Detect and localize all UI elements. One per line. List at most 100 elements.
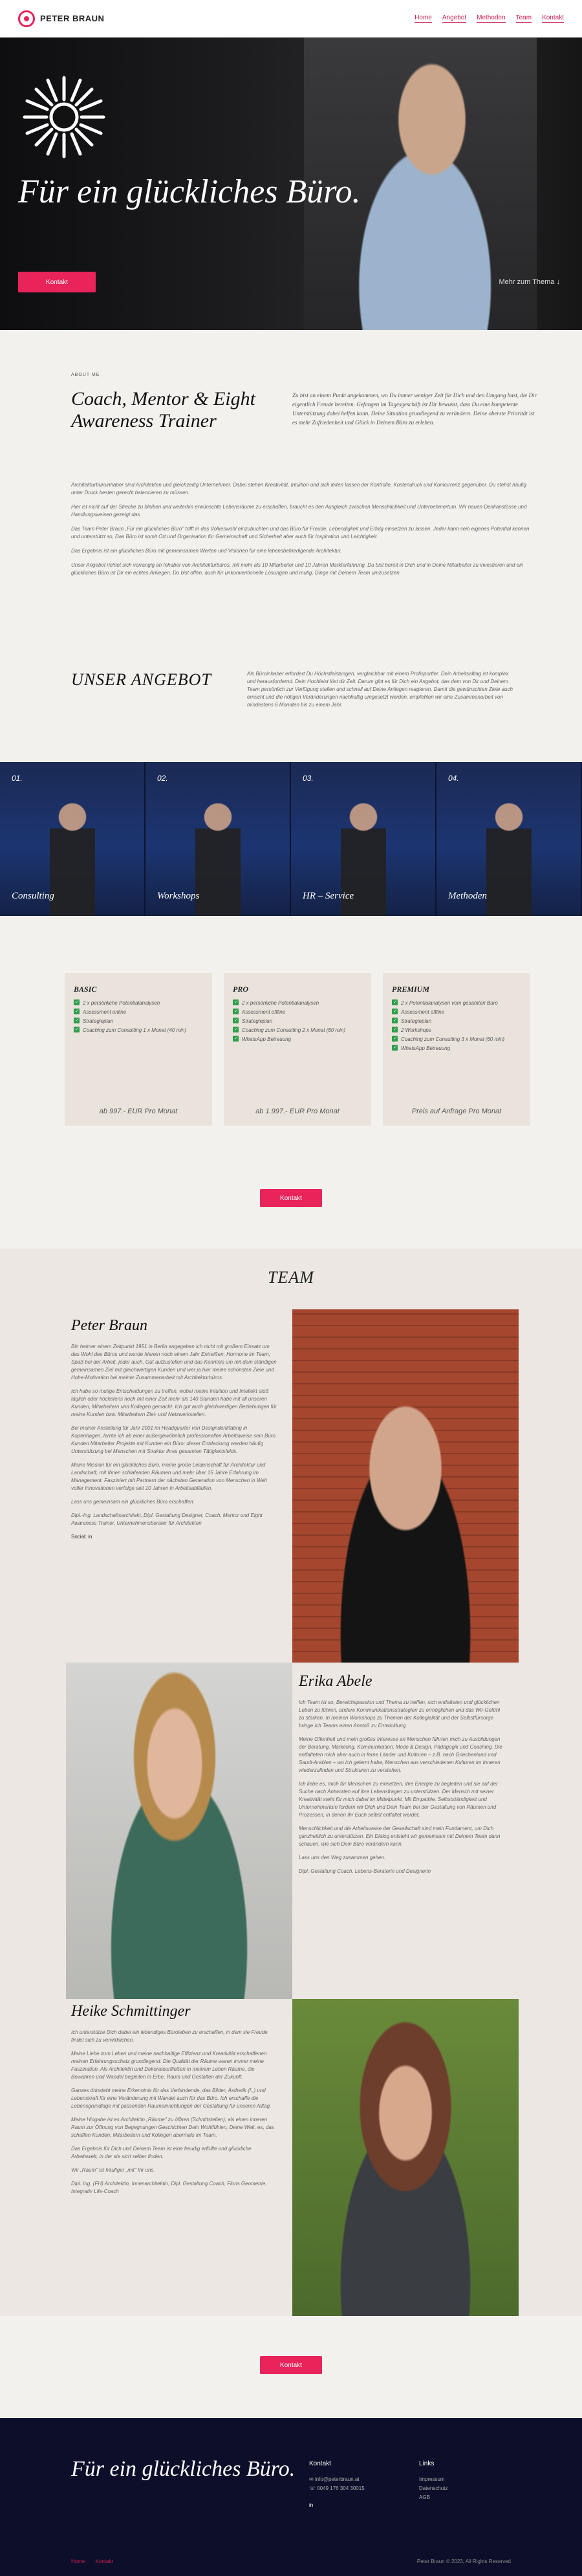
pricing-feature: ✓ 2 x persönliche Potentialanalysen bbox=[233, 999, 319, 1006]
check-icon: ✓ bbox=[392, 1045, 398, 1051]
check-icon: ✓ bbox=[233, 1027, 239, 1032]
check-icon: ✓ bbox=[74, 1009, 80, 1014]
pricing-feature: ✓ Strategieplan bbox=[233, 1018, 273, 1024]
pricing-card-pro: PRO ✓ 2 x persönliche Potentialanalysen ✓… bbox=[224, 973, 371, 1126]
member-bio-erika: Ich Team ist so, Bereichspassion und The… bbox=[299, 1699, 502, 1874]
nav-home[interactable]: Home bbox=[415, 14, 432, 23]
pricing-feature: ✓ Assessment online bbox=[74, 1009, 127, 1015]
tile-hr-service[interactable]: 03. HR – Service bbox=[291, 762, 436, 916]
social-links: Social: in bbox=[71, 1534, 92, 1540]
tile-label: Consulting bbox=[12, 891, 54, 901]
copyright: Peter Braun © 2023, All Rights Reserved bbox=[416, 2559, 511, 2564]
team-title: TEAM bbox=[268, 1268, 314, 1287]
pricing-contact-button[interactable]: Kontakt bbox=[260, 1189, 322, 1207]
logo-icon bbox=[18, 10, 35, 27]
offer-text: Als Büroinhaber erfordert Du Höchstleist… bbox=[247, 671, 513, 708]
pricing-price: ab 997.- EUR Pro Monat bbox=[99, 1108, 178, 1115]
nav-angebot[interactable]: Angebot bbox=[442, 14, 467, 23]
footer-link-datenschutz[interactable]: Datenschutz bbox=[419, 2484, 447, 2493]
about-title: Coach, Mentor & Eight Awareness Trainer bbox=[71, 388, 255, 431]
pricing-feature: ✓ Assessment offline bbox=[392, 1009, 445, 1015]
hero-more-link[interactable]: Mehr zum Thema ↓ bbox=[499, 278, 560, 286]
pricing-price: ab 1.997.- EUR Pro Monat bbox=[255, 1108, 339, 1115]
tile-number: 01. bbox=[12, 774, 23, 783]
footer-links-heading: Links bbox=[419, 2460, 435, 2467]
footer-contact: Kontakt ✉ info@peterbraun.at ☏ 0049 176 … bbox=[309, 2460, 365, 2510]
member-bio-peter: Bin heimer einem Zeitpunkt 1951 in Berli… bbox=[71, 1343, 278, 1547]
member-name-erika: Erika Abele bbox=[299, 1673, 372, 1690]
tile-consulting[interactable]: 01. Consulting bbox=[0, 762, 146, 916]
hero-title: Für ein glückliches Büro. bbox=[18, 173, 361, 210]
check-icon: ✓ bbox=[392, 999, 398, 1005]
pricing-feature: ✓ 2 x persönliche Potentialanalysen bbox=[74, 999, 160, 1006]
pricing-feature: ✓ Coaching zum Consulting 2 x Monat (60 m… bbox=[233, 1027, 346, 1033]
main-nav: Home Angebot Methoden Team Kontakt bbox=[415, 14, 564, 23]
about-kicker: ABOUT ME bbox=[71, 373, 100, 377]
about-paragraph: Das Ergebnis ist ein glückliches Büro mi… bbox=[71, 548, 342, 554]
member-name-peter: Peter Braun bbox=[71, 1317, 147, 1334]
footer-link-impressum[interactable]: Impressum bbox=[419, 2475, 447, 2484]
check-icon: ✓ bbox=[233, 1036, 239, 1042]
check-icon: ✓ bbox=[74, 999, 80, 1005]
hero-contact-button[interactable]: Kontakt bbox=[18, 272, 96, 292]
tile-photo bbox=[195, 801, 241, 916]
about-body: Architekturbüroinhaber sind Architekten … bbox=[71, 481, 537, 584]
pricing-feature: ✓ 2 Workshops bbox=[392, 1027, 431, 1033]
top-navigation: PETER BRAUN Home Angebot Methoden Team K… bbox=[0, 0, 582, 38]
phone-icon: ☏ bbox=[309, 2485, 318, 2491]
check-icon: ✓ bbox=[392, 1018, 398, 1023]
photo-erika-abele bbox=[66, 1663, 292, 1999]
tile-photo bbox=[49, 801, 95, 916]
check-icon: ✓ bbox=[74, 1018, 80, 1023]
tile-label: HR – Service bbox=[303, 891, 354, 901]
pricing-feature: ✓ 2 x Potentialanalysen vom gesamten Büro bbox=[392, 999, 498, 1006]
tile-methoden[interactable]: 04. Methoden bbox=[436, 762, 582, 916]
service-tiles: 01. Consulting 02. Workshops 03. HR – Se… bbox=[0, 762, 582, 916]
check-icon: ✓ bbox=[392, 1036, 398, 1042]
hero-section: Für ein glückliches Büro. Kontakt Mehr z… bbox=[0, 38, 582, 330]
photo-peter-braun bbox=[292, 1309, 519, 1663]
tile-label: Methoden bbox=[448, 891, 487, 901]
pricing-feature: ✓ Strategieplan bbox=[392, 1018, 432, 1024]
team-contact-button[interactable]: Kontakt bbox=[260, 2356, 322, 2374]
pricing-feature: ✓ Assessment offline bbox=[233, 1009, 286, 1015]
linkedin-icon[interactable]: in bbox=[88, 1534, 92, 1540]
pricing-feature: ✓ WhatsApp Betreuung bbox=[392, 1045, 451, 1051]
check-icon: ✓ bbox=[233, 1018, 239, 1023]
check-icon: ✓ bbox=[392, 1027, 398, 1032]
linkedin-icon[interactable]: in bbox=[309, 2501, 365, 2510]
pricing-card-basic: BASIC ✓ 2 x persönliche Potentialanalysen… bbox=[65, 973, 212, 1126]
footer-nav-kontakt[interactable]: Kontakt bbox=[96, 2559, 113, 2564]
about-paragraph: Hier ist nicht auf der Strecke zu bleibe… bbox=[71, 504, 527, 518]
about-paragraph: Architekturbüroinhaber sind Architekten … bbox=[71, 482, 526, 496]
tile-label: Workshops bbox=[157, 891, 200, 901]
check-icon: ✓ bbox=[392, 1009, 398, 1014]
pricing-card-title: PREMIUM bbox=[392, 985, 430, 994]
nav-kontakt[interactable]: Kontakt bbox=[542, 14, 564, 23]
footer-nav-home[interactable]: Home bbox=[71, 2559, 85, 2564]
footer-title: Für ein glückliches Büro. bbox=[71, 2457, 296, 2481]
logo[interactable]: PETER BRAUN bbox=[18, 10, 104, 27]
about-paragraph: Das Team Peter Braun „Für ein glückliche… bbox=[71, 526, 530, 540]
footer-links: Links Impressum Datenschutz AGB bbox=[419, 2460, 447, 2502]
tile-number: 02. bbox=[157, 774, 168, 783]
pricing-feature: ✓ WhatsApp Betreuung bbox=[233, 1036, 292, 1042]
pricing-feature: ✓ Strategieplan bbox=[74, 1018, 114, 1024]
pricing-feature: ✓ Coaching zum Consulting 3 x Monat (60 m… bbox=[392, 1036, 505, 1042]
pricing-feature: ✓ Coaching zum Consulting 1 x Monat (40 m… bbox=[74, 1027, 187, 1033]
footer-phone[interactable]: 0049 176 304 30015 bbox=[317, 2485, 364, 2491]
sun-logo-icon bbox=[23, 76, 105, 158]
footer-link-agb[interactable]: AGB bbox=[419, 2493, 447, 2502]
pricing-card-title: PRO bbox=[233, 985, 248, 994]
nav-methoden[interactable]: Methoden bbox=[477, 14, 506, 23]
pricing-section: BASIC ✓ 2 x persönliche Potentialanalysen… bbox=[65, 973, 530, 1126]
pricing-card-title: BASIC bbox=[74, 985, 97, 994]
tile-number: 03. bbox=[303, 774, 314, 783]
about-intro: Zu bist an einem Punkt angekommen, wo Du… bbox=[292, 392, 537, 426]
footer-email[interactable]: info@peterbraun.at bbox=[315, 2476, 360, 2482]
photo-heike-schmittinger bbox=[292, 1999, 519, 2316]
nav-team[interactable]: Team bbox=[515, 14, 532, 23]
tile-workshops[interactable]: 02. Workshops bbox=[146, 762, 291, 916]
mail-icon: ✉ bbox=[309, 2476, 315, 2482]
member-bio-heike: Ich unterstütze Dich dabei ein lebendige… bbox=[71, 2029, 274, 2194]
